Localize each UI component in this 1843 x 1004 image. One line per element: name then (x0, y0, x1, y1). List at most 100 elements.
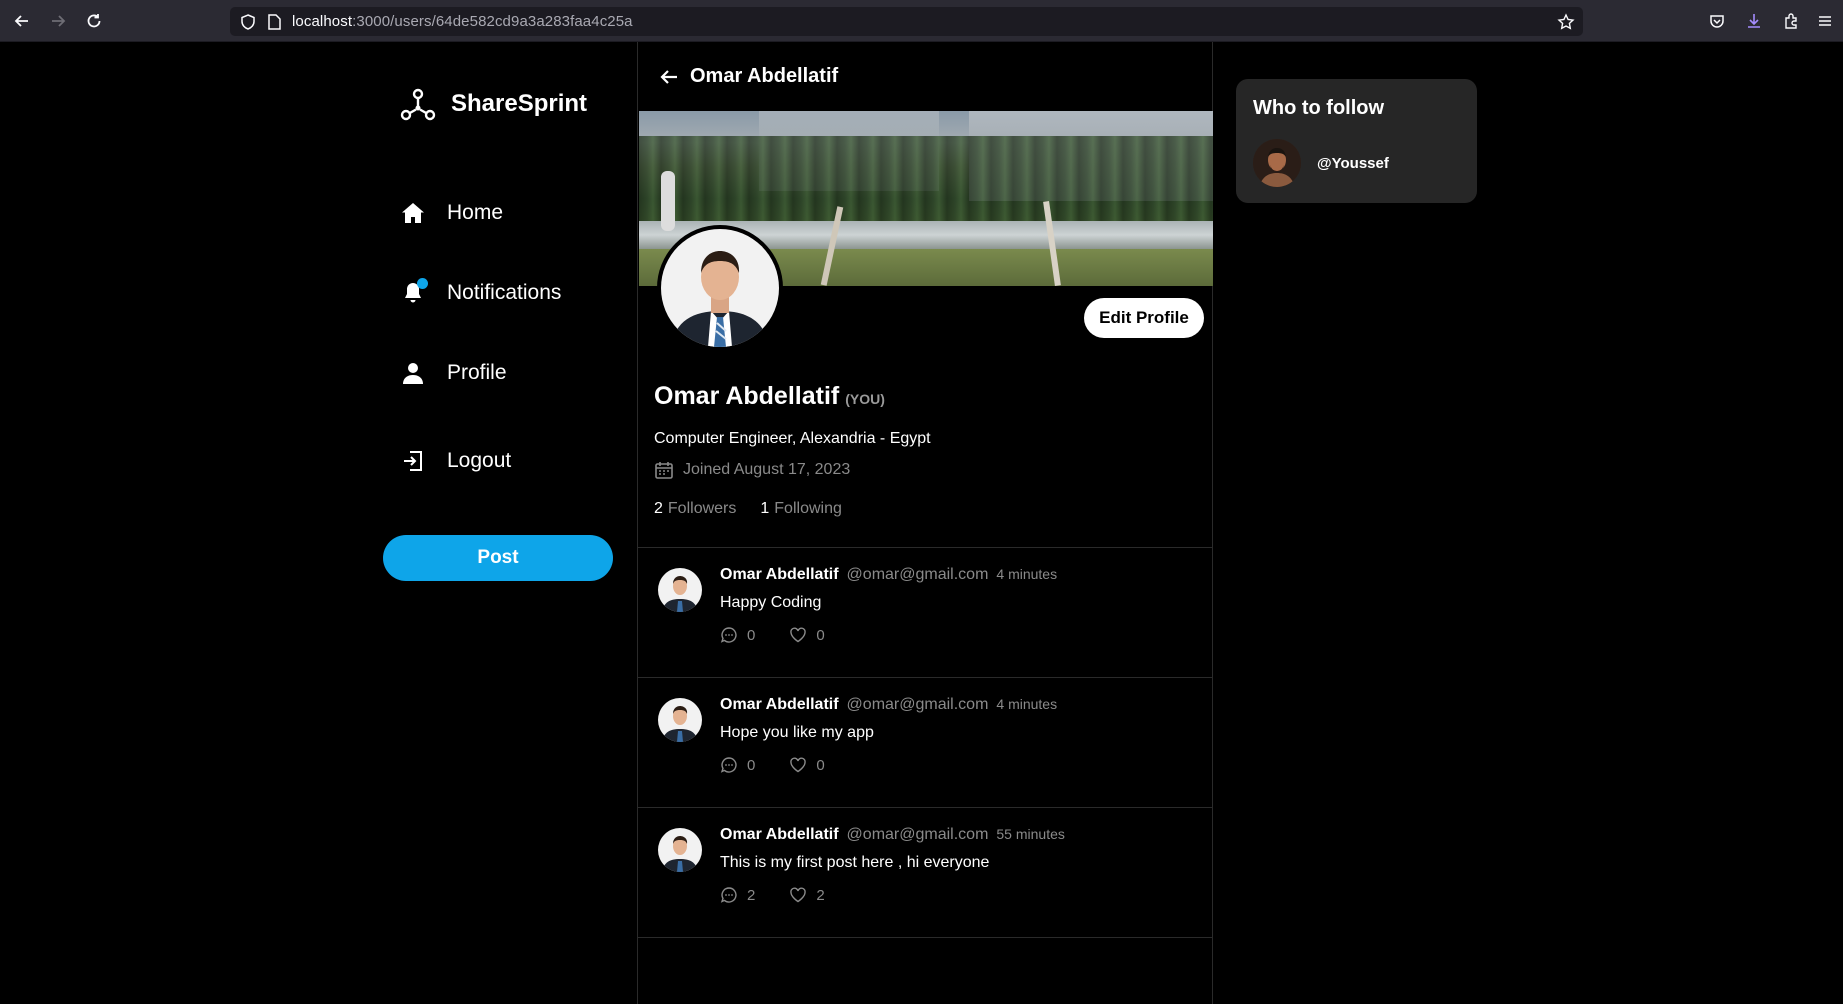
post-meta: Omar Abdellatif @omar@gmail.com 4 minute… (720, 696, 1057, 714)
menu-icon[interactable] (1816, 12, 1834, 30)
post-time: 4 minutes (996, 696, 1058, 712)
following-link[interactable]: 1 Following (760, 500, 842, 518)
post-time: 4 minutes (996, 566, 1058, 582)
sidebar-item-label: Logout (447, 449, 512, 472)
logout-icon (400, 448, 426, 474)
like-count: 0 (816, 626, 825, 644)
post-author[interactable]: Omar Abdellatif (720, 696, 839, 714)
following-count: 1 (760, 500, 770, 517)
post-body: This is my first post here , hi everyone (720, 854, 990, 871)
following-label: Following (774, 500, 842, 517)
like-button[interactable]: 0 (789, 756, 825, 774)
post-avatar[interactable] (658, 698, 702, 742)
arrow-right-icon (52, 15, 66, 27)
like-count: 0 (816, 756, 825, 774)
bookmark-star-icon[interactable] (1557, 13, 1575, 31)
profile-display-name: Omar Abdellatif (654, 382, 840, 410)
suggestion-handle: @Youssef (1317, 154, 1389, 172)
sidebar-item-home[interactable]: Home (400, 200, 503, 226)
like-button[interactable]: 0 (789, 626, 825, 644)
heart-icon (790, 887, 807, 903)
post-email: @omar@gmail.com (846, 566, 989, 583)
avatar-man-suit-icon (661, 229, 779, 347)
profile-bio: Computer Engineer, Alexandria - Egypt (654, 430, 931, 447)
post-actions: 2 2 (720, 886, 859, 904)
sidebar-item-profile[interactable]: Profile (400, 360, 507, 386)
notification-dot (417, 278, 428, 289)
sidebar-item-label: Profile (447, 361, 507, 384)
post-email: @omar@gmail.com (846, 826, 989, 843)
brand[interactable]: ShareSprint (400, 86, 587, 122)
post-email: @omar@gmail.com (846, 696, 989, 713)
who-to-follow-title: Who to follow (1253, 97, 1385, 119)
comment-count: 2 (747, 886, 756, 904)
profile-header: Omar Abdellatif (638, 42, 1212, 111)
post-actions: 0 0 (720, 626, 859, 644)
sidebar-item-notifications[interactable]: Notifications (400, 278, 562, 306)
comment-count: 0 (747, 626, 756, 644)
post-actions: 0 0 (720, 756, 859, 774)
extensions-icon[interactable] (1782, 12, 1800, 30)
sidebar-item-logout[interactable]: Logout (400, 448, 511, 474)
calendar-icon (655, 462, 673, 479)
url-bar[interactable]: localhost:3000/users/64de582cd9a3a283faa… (230, 7, 1583, 36)
post-author[interactable]: Omar Abdellatif (720, 566, 839, 584)
post-item[interactable]: Omar Abdellatif @omar@gmail.com 4 minute… (638, 678, 1212, 807)
heart-icon (790, 627, 807, 643)
arrow-left-icon[interactable] (658, 66, 680, 88)
you-badge: (YOU) (845, 391, 885, 407)
post-meta: Omar Abdellatif @omar@gmail.com 55 minut… (720, 826, 1065, 844)
download-icon[interactable] (1745, 12, 1763, 30)
page-icon (268, 14, 281, 30)
divider (638, 937, 1212, 938)
post-body: Hope you like my app (720, 724, 874, 741)
follow-stats: 2 Followers 1 Following (654, 500, 866, 518)
post-body: Happy Coding (720, 594, 822, 611)
follow-suggestion[interactable]: @Youssef (1253, 139, 1389, 187)
heart-icon (790, 757, 807, 773)
post-item[interactable]: Omar Abdellatif @omar@gmail.com 55 minut… (638, 808, 1212, 937)
suggestion-avatar[interactable] (1253, 139, 1301, 187)
comment-count: 0 (747, 756, 756, 774)
sidebar-item-label: Home (447, 201, 504, 224)
comment-button[interactable]: 0 (720, 756, 755, 774)
post-avatar[interactable] (658, 828, 702, 872)
edit-profile-button[interactable]: Edit Profile (1084, 298, 1204, 338)
comment-button[interactable]: 0 (720, 626, 755, 644)
right-sidebar: Who to follow @Youssef (1236, 79, 1477, 203)
pocket-icon[interactable] (1708, 12, 1726, 30)
profile-name: Omar Abdellatif (YOU) (654, 382, 885, 411)
browser-back-button[interactable] (10, 9, 34, 33)
browser-forward-button[interactable] (46, 9, 70, 33)
like-count: 2 (816, 886, 825, 904)
browser-toolbar: localhost:3000/users/64de582cd9a3a283faa… (0, 0, 1843, 42)
followers-link[interactable]: 2 Followers (654, 500, 736, 518)
who-to-follow-card: Who to follow @Youssef (1236, 79, 1477, 203)
joined-text: Joined August 17, 2023 (683, 461, 851, 478)
shield-icon (241, 14, 255, 30)
profile-avatar[interactable] (657, 225, 783, 351)
user-icon (400, 360, 426, 386)
arrow-left-icon (14, 15, 28, 27)
post-author[interactable]: Omar Abdellatif (720, 826, 839, 844)
left-sidebar: ShareSprint Home Notifications Profile L… (380, 42, 638, 1004)
followers-count: 2 (654, 500, 663, 517)
sidebar-item-label: Notifications (447, 281, 562, 304)
followers-label: Followers (667, 500, 737, 517)
home-icon (400, 200, 426, 226)
like-button[interactable]: 2 (789, 886, 825, 904)
reload-icon (87, 14, 101, 28)
comment-button[interactable]: 2 (720, 886, 755, 904)
post-item[interactable]: Omar Abdellatif @omar@gmail.com 4 minute… (638, 548, 1212, 677)
joined-date: Joined August 17, 2023 (654, 460, 850, 480)
comment-icon (720, 757, 737, 773)
post-avatar[interactable] (658, 568, 702, 612)
bell-icon (400, 278, 428, 306)
comment-icon (720, 627, 737, 643)
post-button[interactable]: Post (383, 535, 613, 581)
browser-reload-button[interactable] (82, 9, 106, 33)
post-time: 55 minutes (996, 826, 1065, 842)
post-meta: Omar Abdellatif @omar@gmail.com 4 minute… (720, 566, 1057, 584)
url-text: localhost:3000/users/64de582cd9a3a283faa… (292, 13, 633, 30)
profile-main: Omar Abdellatif Edit Profile Omar Abdell… (637, 42, 1213, 1004)
